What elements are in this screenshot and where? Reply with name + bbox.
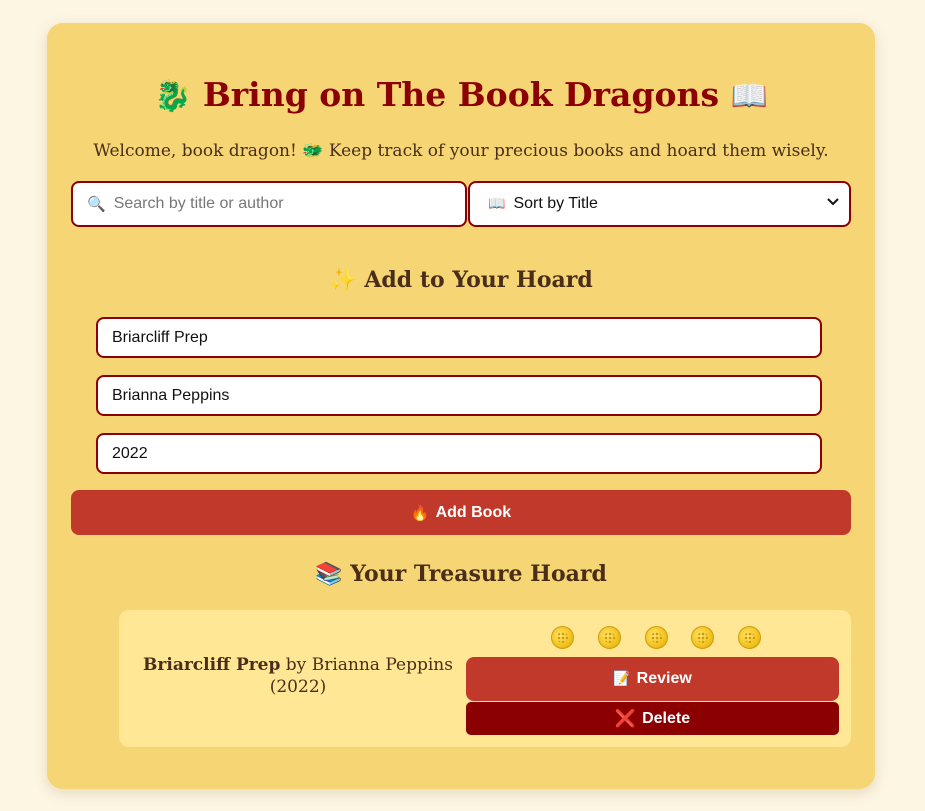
book-year: (2022): [269, 677, 327, 697]
dragon-face-icon: 🐲: [302, 141, 324, 161]
sort-selected-value: Sort by Title: [513, 195, 598, 212]
coin-rating: [551, 626, 761, 656]
open-book-icon: 📖: [730, 79, 768, 114]
dragon-icon: 🐉: [154, 79, 192, 114]
search-input[interactable]: [111, 194, 456, 214]
coin-icon[interactable]: [738, 626, 761, 649]
year-input[interactable]: [110, 443, 804, 464]
add-book-button[interactable]: 🔥 Add Book: [71, 490, 851, 535]
title-field[interactable]: [96, 317, 822, 358]
author-field[interactable]: [96, 375, 822, 416]
welcome-text-start: Welcome, book dragon!: [93, 141, 297, 161]
page-title-text: Bring on The Book Dragons: [202, 75, 720, 114]
book-title: Briarcliff Prep: [143, 655, 281, 675]
coin-icon[interactable]: [644, 626, 668, 649]
author-input[interactable]: [110, 385, 804, 406]
chevron-down-icon: [827, 198, 839, 206]
hoard-heading: 📚 Your Treasure Hoard: [47, 559, 875, 590]
app-card: 🐉 Bring on The Book Dragons 📖 Welcome, b…: [47, 23, 875, 789]
hoard-heading-text: Your Treasure Hoard: [350, 561, 607, 587]
coin-icon[interactable]: [691, 626, 715, 649]
review-button[interactable]: 📝 Review: [466, 657, 839, 701]
sort-select[interactable]: 📖 Sort by Title: [468, 181, 851, 227]
open-book-icon: 📖: [488, 196, 506, 212]
search-sort-controls: 🔍 📖 Sort by Title: [71, 181, 851, 227]
book-by: by: [285, 655, 307, 675]
search-icon: 🔍: [87, 195, 106, 213]
page-title: 🐉 Bring on The Book Dragons 📖: [47, 73, 875, 119]
welcome-text-end: Keep track of your precious books and ho…: [328, 141, 829, 161]
fire-icon: 🔥: [410, 503, 430, 522]
coin-icon[interactable]: [551, 626, 574, 649]
cross-icon: ❌: [614, 708, 637, 729]
books-icon: 📚: [315, 562, 343, 587]
sparkles-icon: ✨: [329, 268, 357, 293]
add-section-heading: ✨ Add to Your Hoard: [47, 265, 875, 296]
book-info: Briarcliff Prep by Brianna Peppins (2022…: [133, 654, 463, 698]
add-book-button-label: Add Book: [435, 503, 512, 521]
welcome-text: Welcome, book dragon! 🐲 Keep track of yo…: [47, 139, 875, 163]
delete-button-label: Delete: [642, 709, 691, 727]
memo-icon: 📝: [613, 671, 631, 687]
coin-icon[interactable]: [597, 626, 621, 649]
review-button-label: Review: [636, 670, 692, 687]
search-field[interactable]: 🔍: [71, 181, 467, 227]
add-section-heading-text: Add to Your Hoard: [364, 267, 593, 293]
title-input[interactable]: [110, 327, 804, 348]
book-card: Briarcliff Prep by Brianna Peppins (2022…: [119, 610, 851, 747]
delete-button[interactable]: ❌ Delete: [466, 702, 839, 735]
year-field[interactable]: [96, 433, 822, 474]
book-author: Brianna Peppins: [311, 655, 453, 675]
